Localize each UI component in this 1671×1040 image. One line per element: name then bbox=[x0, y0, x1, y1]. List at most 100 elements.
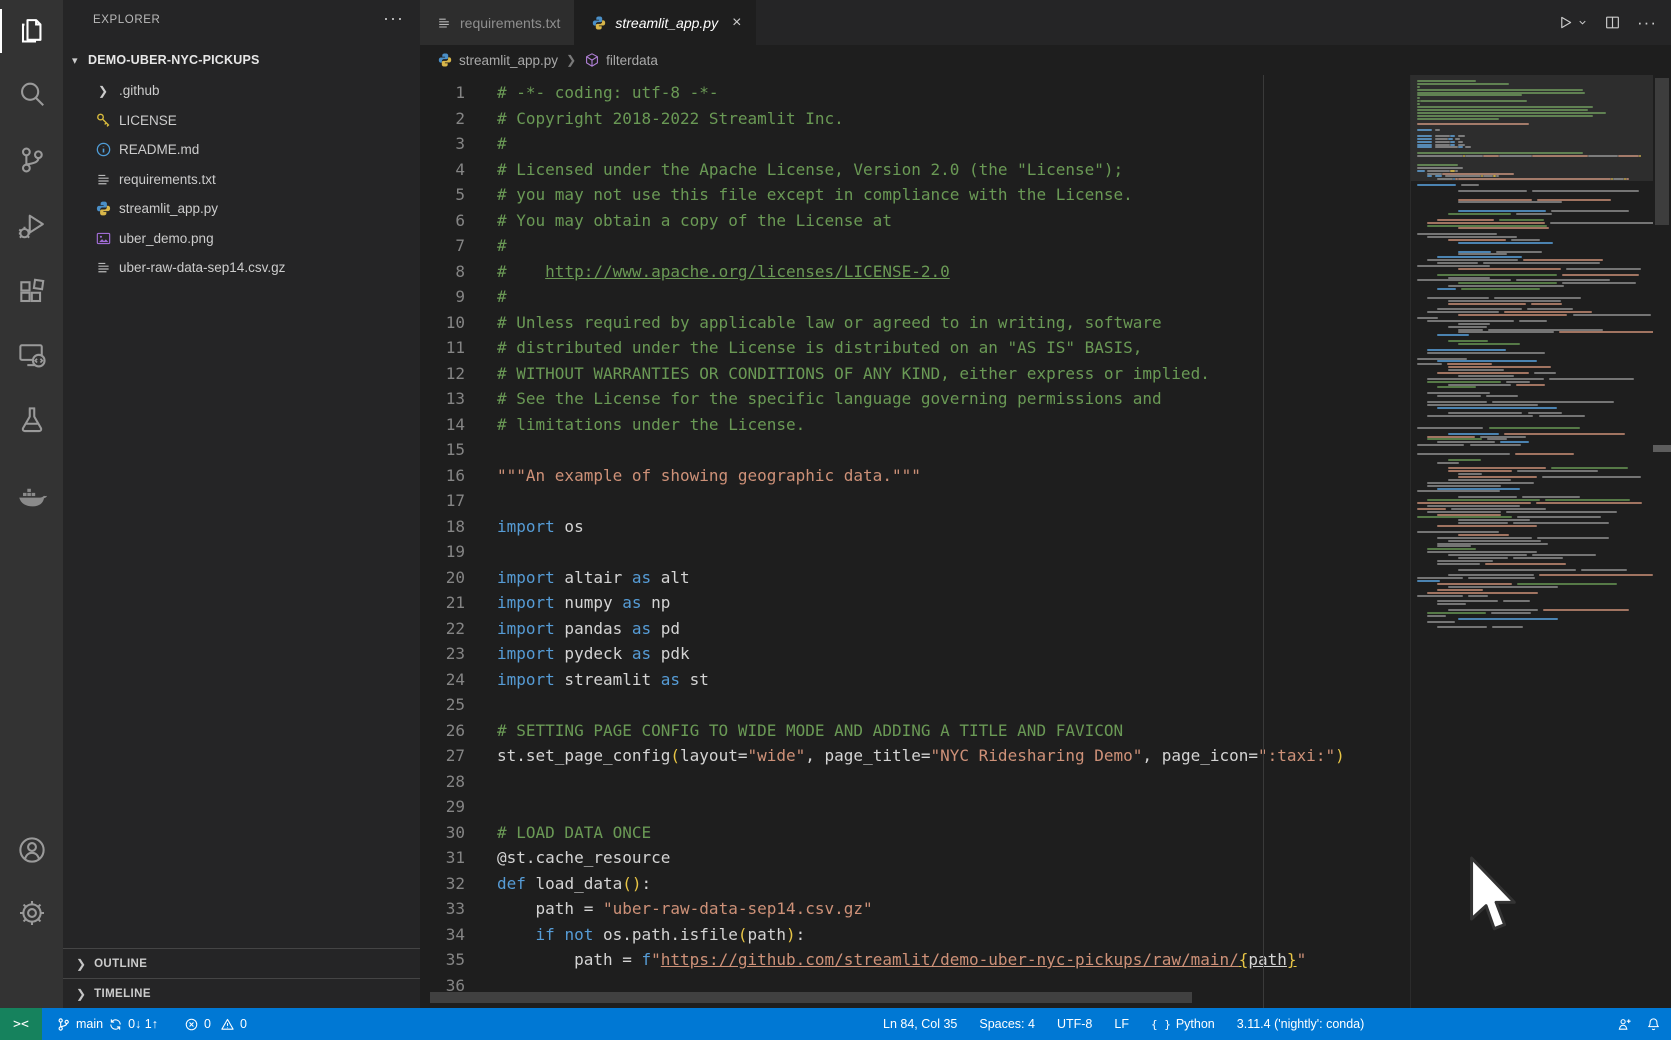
chevron-down-icon bbox=[1577, 17, 1588, 28]
code-text: # WITHOUT WARRANTIES OR CONDITIONS OF AN… bbox=[497, 361, 1210, 387]
code-text: st.set_page_config(layout="wide", page_t… bbox=[497, 743, 1345, 769]
extensions-icon bbox=[17, 277, 47, 307]
image-file-icon bbox=[95, 230, 112, 247]
file-tree-item[interactable]: requirements.txt bbox=[63, 165, 420, 195]
line-number: 16 bbox=[420, 463, 465, 489]
line-number: 33 bbox=[420, 896, 465, 922]
code-text: import streamlit as st bbox=[497, 667, 709, 693]
chevron-right-icon: ❯ bbox=[76, 987, 86, 1001]
breadcrumb-file[interactable]: streamlit_app.py bbox=[459, 53, 558, 68]
file-name: LICENSE bbox=[119, 113, 177, 128]
editor-area: requirements.txt streamlit_app.py× ··· s… bbox=[420, 0, 1671, 1008]
info-file-icon bbox=[95, 141, 112, 158]
activity-bar-item-testing[interactable] bbox=[0, 394, 63, 446]
error-icon bbox=[184, 1017, 199, 1032]
activity-bar-item-source-control[interactable] bbox=[0, 134, 63, 186]
activity-bar-item-docker[interactable] bbox=[0, 471, 63, 523]
code-editor[interactable]: 1# -*- coding: utf-8 -*-2# Copyright 201… bbox=[420, 75, 1671, 1008]
vertical-scrollbar[interactable] bbox=[1653, 75, 1671, 1008]
code-text: path = "uber-raw-data-sep14.csv.gz" bbox=[497, 896, 873, 922]
line-number: 6 bbox=[420, 208, 465, 234]
line-number: 7 bbox=[420, 233, 465, 259]
language-name: Python bbox=[1176, 1017, 1215, 1031]
file-tree-item[interactable]: LICENSE bbox=[63, 106, 420, 136]
cursor-position-status[interactable]: Ln 84, Col 35 bbox=[883, 1017, 957, 1031]
minimap-slider[interactable] bbox=[1411, 75, 1653, 181]
code-text: # distributed under the License is distr… bbox=[497, 335, 1142, 361]
activity-bar-item-settings[interactable] bbox=[0, 887, 63, 939]
section-label: TIMELINE bbox=[94, 988, 151, 1000]
more-actions-button[interactable]: ··· bbox=[1637, 13, 1657, 33]
line-number: 3 bbox=[420, 131, 465, 157]
split-editor-button[interactable] bbox=[1604, 14, 1621, 31]
line-number: 26 bbox=[420, 718, 465, 744]
line-number: 35 bbox=[420, 947, 465, 973]
file-name: uber-raw-data-sep14.csv.gz bbox=[119, 260, 285, 275]
line-number: 29 bbox=[420, 794, 465, 820]
editor-tab[interactable]: requirements.txt bbox=[420, 0, 575, 45]
breadcrumb-symbol[interactable]: filterdata bbox=[606, 53, 658, 68]
line-number: 23 bbox=[420, 641, 465, 667]
code-text: import pandas as pd bbox=[497, 616, 680, 642]
language-mode-status[interactable]: { } Python bbox=[1151, 1017, 1215, 1031]
python-file-icon bbox=[437, 52, 453, 68]
line-number: 30 bbox=[420, 820, 465, 846]
git-branch-status[interactable]: main 0↓ 1↑ bbox=[56, 1017, 158, 1032]
line-number: 27 bbox=[420, 743, 465, 769]
code-text: # you may not use this file except in co… bbox=[497, 182, 1133, 208]
account-icon bbox=[17, 835, 47, 865]
sidebar-more-actions-icon[interactable]: ··· bbox=[383, 8, 404, 29]
vertical-scrollbar-thumb[interactable] bbox=[1655, 78, 1669, 225]
file-tree-item[interactable]: README.md bbox=[63, 135, 420, 165]
status-right-text: Ln 84, Col 35 Spaces: 4 UTF-8 LF { } Pyt… bbox=[883, 1017, 1364, 1031]
close-icon[interactable]: × bbox=[732, 15, 741, 31]
encoding-status[interactable]: UTF-8 bbox=[1057, 1017, 1092, 1031]
horizontal-scrollbar-thumb[interactable] bbox=[430, 992, 1192, 1003]
activity-bar-item-explorer[interactable] bbox=[0, 5, 63, 57]
editor-tab[interactable]: streamlit_app.py× bbox=[575, 0, 756, 45]
line-number: 18 bbox=[420, 514, 465, 540]
problems-status[interactable]: 0 0 bbox=[184, 1017, 247, 1032]
python-file-icon bbox=[95, 200, 112, 217]
remote-indicator[interactable]: >< bbox=[0, 1008, 42, 1040]
error-count: 0 bbox=[204, 1017, 211, 1031]
line-number: 22 bbox=[420, 616, 465, 642]
chevron-right-icon: ❯ bbox=[98, 84, 108, 98]
file-tree-item[interactable]: uber-raw-data-sep14.csv.gz bbox=[63, 253, 420, 283]
file-tree-item[interactable]: uber_demo.png bbox=[63, 224, 420, 254]
gear-icon bbox=[17, 898, 47, 928]
remote-icon: >< bbox=[13, 1017, 29, 1032]
docker-icon bbox=[17, 482, 47, 512]
status-right-icons bbox=[1617, 1017, 1661, 1032]
line-number: 31 bbox=[420, 845, 465, 871]
activity-bar-item-accounts[interactable] bbox=[0, 824, 63, 876]
line-number: 8 bbox=[420, 259, 465, 285]
file-tree-item[interactable]: streamlit_app.py bbox=[63, 194, 420, 224]
notifications-button[interactable] bbox=[1646, 1017, 1661, 1032]
code-text: # LOAD DATA ONCE bbox=[497, 820, 651, 846]
feedback-person-icon bbox=[1617, 1017, 1632, 1032]
activity-bar-item-extensions[interactable] bbox=[0, 266, 63, 318]
feedback-button[interactable] bbox=[1617, 1017, 1632, 1032]
file-name: README.md bbox=[119, 142, 199, 157]
project-name: DEMO-UBER-NYC-PICKUPS bbox=[88, 53, 260, 67]
eol-status[interactable]: LF bbox=[1114, 1017, 1129, 1031]
file-name: uber_demo.png bbox=[119, 231, 214, 246]
sidebar-section-outline[interactable]: ❯ OUTLINE bbox=[63, 948, 420, 978]
python-interpreter-status[interactable]: 3.11.4 ('nightly': conda) bbox=[1237, 1017, 1365, 1031]
vscode-window: EXPLORER ··· ▾ DEMO-UBER-NYC-PICKUPS ❯ .… bbox=[0, 0, 1671, 1040]
run-button[interactable] bbox=[1557, 14, 1588, 31]
activity-bar-item-search[interactable] bbox=[0, 68, 63, 120]
code-text: # bbox=[497, 131, 507, 157]
file-tree-item[interactable]: ❯ .github bbox=[63, 76, 420, 106]
line-number: 9 bbox=[420, 284, 465, 310]
minimap[interactable] bbox=[1410, 75, 1653, 1008]
indentation-status[interactable]: Spaces: 4 bbox=[979, 1017, 1035, 1031]
line-number: 19 bbox=[420, 539, 465, 565]
activity-bar-item-run-debug[interactable] bbox=[0, 200, 63, 252]
sidebar-section-timeline[interactable]: ❯ TIMELINE bbox=[63, 978, 420, 1008]
sidebar-title: EXPLORER bbox=[93, 14, 160, 26]
project-root-row[interactable]: ▾ DEMO-UBER-NYC-PICKUPS bbox=[63, 48, 420, 72]
activity-bar-item-remote-explorer[interactable] bbox=[0, 329, 63, 381]
activity-bar bbox=[0, 0, 63, 1008]
